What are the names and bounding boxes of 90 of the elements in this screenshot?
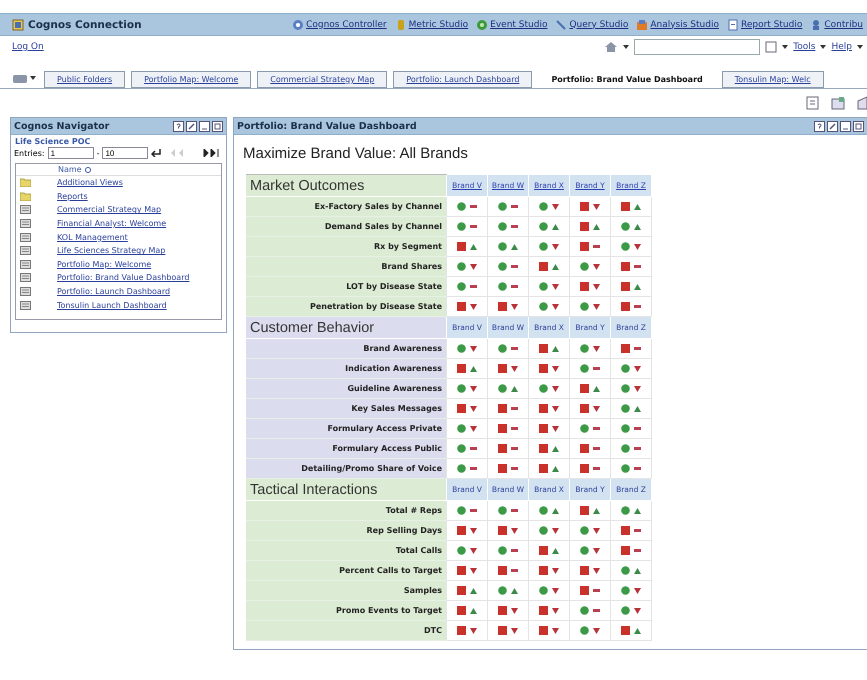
navigator-link[interactable]: Portfolio: Brand Value Dashboard <box>57 273 190 282</box>
panel-title: Portfolio: Brand Value Dashboard <box>237 120 417 132</box>
page-icon <box>20 260 31 269</box>
metric-label: Key Sales Messages <box>246 398 446 418</box>
metric-label: Brand Awareness <box>246 338 446 358</box>
minimize-icon[interactable] <box>840 120 851 132</box>
metric-label: Formulary Access Private <box>246 418 446 438</box>
caret-icon[interactable] <box>820 45 826 49</box>
navigator-link[interactable]: Portfolio: Launch Dashboard <box>57 287 170 296</box>
page-icon <box>20 246 31 256</box>
tab[interactable]: Tonsulin Map: Welc <box>722 71 824 88</box>
folder-icon <box>20 192 31 201</box>
folder-icon <box>20 178 31 188</box>
page-icon <box>20 300 31 310</box>
section-title: Market Outcomes <box>246 174 446 196</box>
navigator-link[interactable]: Tonsulin Launch Dashboard <box>57 300 167 310</box>
menu-link[interactable]: Help <box>831 42 852 52</box>
to-field[interactable]: 10 <box>102 147 148 159</box>
metric-label: DTC <box>246 620 446 640</box>
page-icon[interactable] <box>806 96 819 110</box>
metric-label: Indication Awareness <box>246 358 446 378</box>
from-field[interactable]: 1 <box>48 147 94 159</box>
minimize-icon[interactable] <box>199 120 210 132</box>
metric-label: Brand Shares <box>246 256 446 276</box>
studio-link[interactable]: Contribu <box>810 18 863 30</box>
studio-link[interactable]: Cognos Controller <box>292 18 387 30</box>
metric-label: Total # Reps <box>246 500 446 520</box>
metric-label: Samples <box>246 580 446 600</box>
cube-icon <box>636 18 648 30</box>
caret-icon[interactable] <box>782 45 788 49</box>
metric-label: Promo Events to Target <box>246 600 446 620</box>
metric-label: Rep Selling Days <box>246 520 446 540</box>
enter-icon[interactable] <box>151 149 162 157</box>
range-separator: - <box>96 148 100 158</box>
page-icon[interactable] <box>765 41 778 53</box>
section-title: Tactical Interactions <box>246 478 446 500</box>
home-icon[interactable] <box>604 41 618 53</box>
metric-label: Guideline Awareness <box>246 378 446 398</box>
metric-label: Formulary Access Public <box>246 438 446 458</box>
caret-icon[interactable] <box>623 45 630 49</box>
metric-label: LOT by Disease State <box>246 276 446 296</box>
sort-icon[interactable] <box>84 166 91 172</box>
metric-label: Penetration by Disease State <box>246 296 446 316</box>
studio-link[interactable]: Analysis Studio <box>636 18 719 30</box>
help-icon[interactable] <box>173 120 184 132</box>
app-icon <box>12 18 24 30</box>
metric-label: Detailing/Promo Share of Voice <box>246 458 446 478</box>
tab[interactable]: Portfolio: Launch Dashboard <box>393 71 532 88</box>
folder-path: Life Science POC <box>14 136 92 146</box>
navigator-link[interactable]: Reports <box>57 192 88 201</box>
log-on-link[interactable]: Log On <box>12 42 44 52</box>
studio-link[interactable]: Query Studio <box>555 18 628 30</box>
search-field[interactable] <box>634 39 760 55</box>
navigator-link[interactable]: KOL Management <box>57 232 128 242</box>
page-icon <box>20 219 31 228</box>
navigator-link[interactable]: Life Sciences Strategy Map <box>57 246 166 256</box>
metric-label: Demand Sales by Channel <box>246 216 446 236</box>
section-title: Customer Behavior <box>246 316 446 338</box>
document-icon <box>726 18 739 30</box>
dashboard-heading: Maximize Brand Value: All Brands <box>242 144 469 164</box>
navigator-link[interactable]: Financial Analyst: Welcome <box>57 219 166 228</box>
metric-label: Ex-Factory Sales by Channel <box>246 196 446 216</box>
caret-icon[interactable] <box>30 76 36 80</box>
tab[interactable]: Public Folders <box>44 71 126 88</box>
caret-icon[interactable] <box>857 45 863 49</box>
studio-link[interactable]: Metric Studio <box>394 18 468 30</box>
metric-label: Rx by Segment <box>246 236 446 256</box>
panel-title: Cognos Navigator <box>14 120 110 132</box>
metric-label: Total Calls <box>246 540 446 560</box>
tab[interactable]: Commercial Strategy Map <box>257 71 388 88</box>
entries-label: Entries: <box>14 148 45 158</box>
maximize-icon[interactable] <box>212 120 223 132</box>
app-title: Cognos Connection <box>28 18 142 30</box>
navigator-link[interactable]: Additional Views <box>57 178 123 188</box>
page-icon <box>20 273 31 282</box>
layout-icon[interactable] <box>831 96 845 110</box>
studio-link[interactable]: Event Studio <box>476 18 548 30</box>
maximize-icon[interactable] <box>853 120 864 132</box>
studio-link[interactable]: Report Studio <box>726 18 802 30</box>
page-icon <box>20 205 31 214</box>
wand-icon <box>555 18 568 30</box>
metric-label: Percent Calls to Target <box>246 560 446 580</box>
help-icon[interactable] <box>814 120 825 132</box>
menu-link[interactable]: Tools <box>793 42 816 52</box>
column-header[interactable]: Name <box>58 165 82 174</box>
navigator-link[interactable]: Commercial Strategy Map <box>57 205 162 214</box>
page-icon <box>20 287 31 296</box>
navigator-link[interactable]: Portfolio Map: Welcome <box>57 260 152 269</box>
page-icon <box>20 232 31 242</box>
tab[interactable]: Portfolio Map: Welcome <box>131 71 252 88</box>
